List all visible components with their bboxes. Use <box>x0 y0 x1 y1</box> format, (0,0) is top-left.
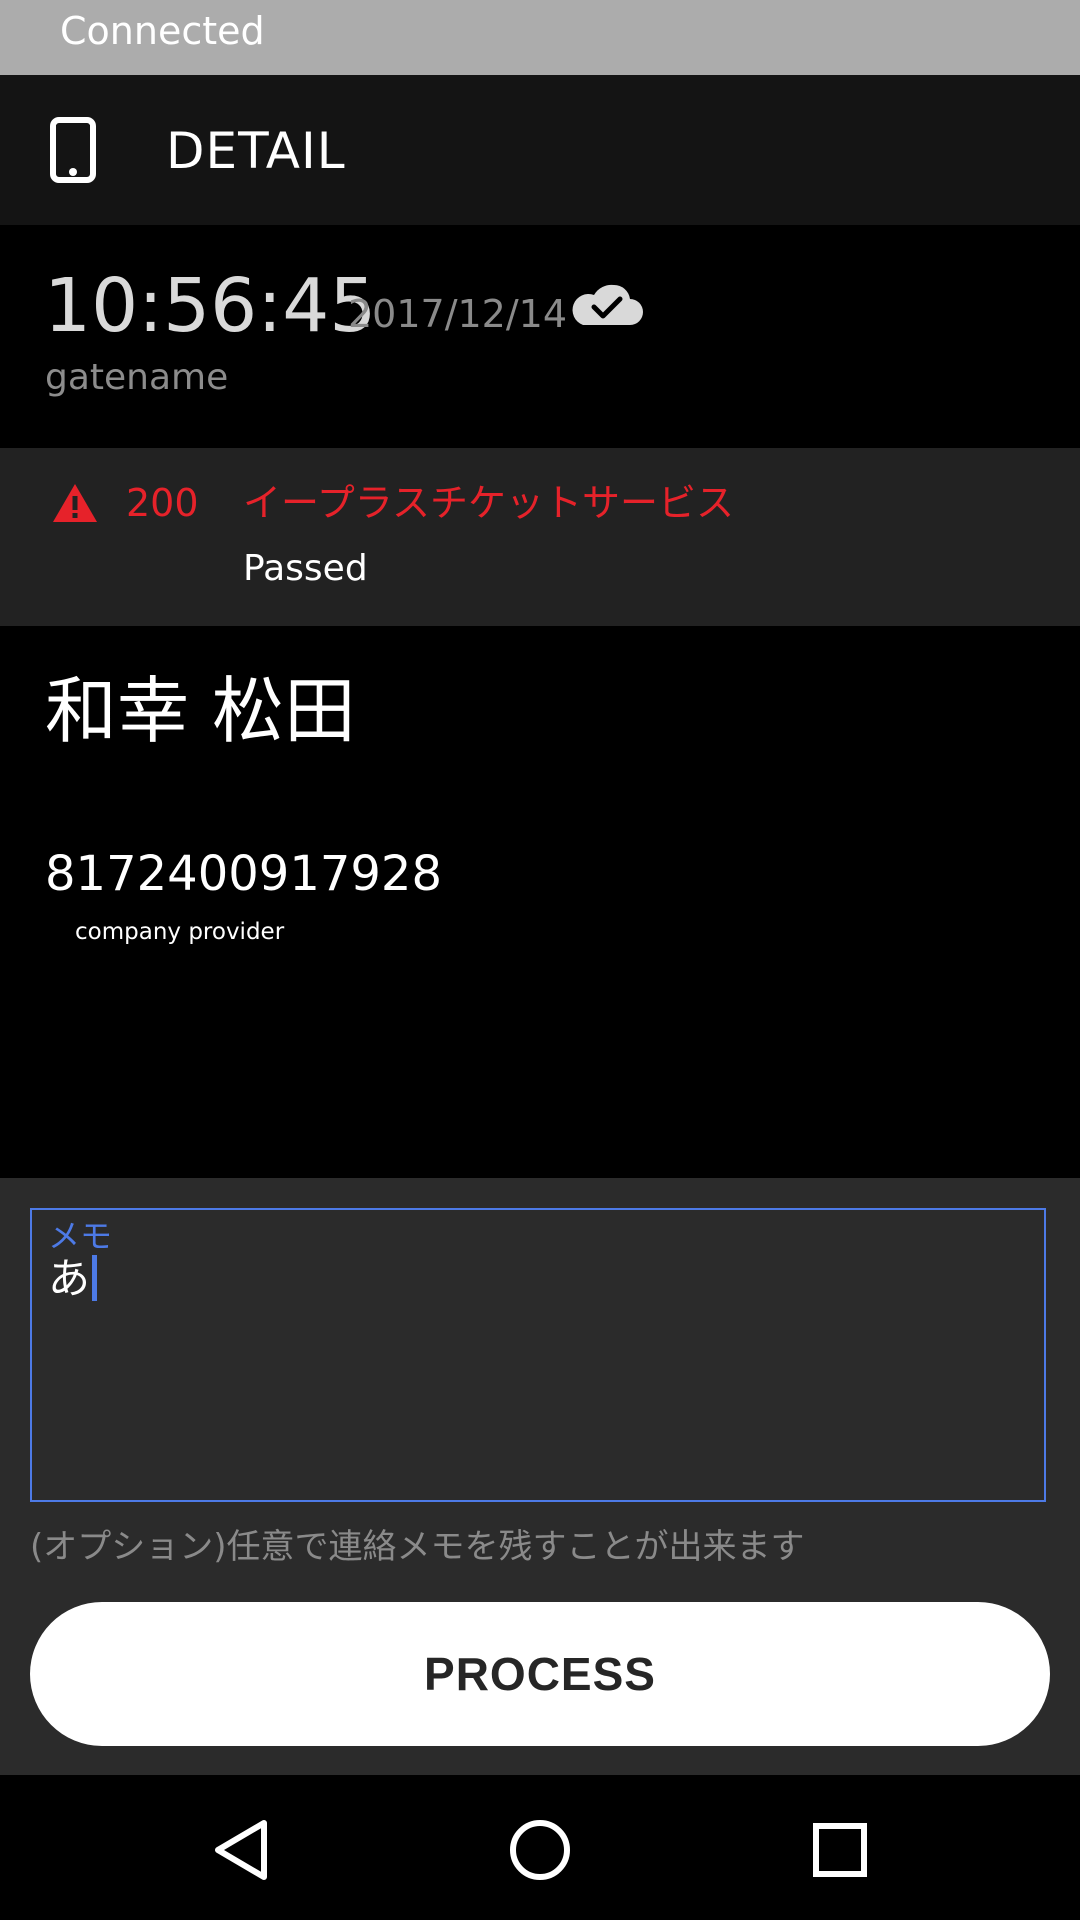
memo-value: あ <box>48 1254 91 1303</box>
service-name: イープラスチケットサービス <box>243 481 734 525</box>
entry-header: 10:56:45 2017/12/14 gatename <box>0 225 1080 448</box>
entry-time: 10:56:45 <box>44 263 377 349</box>
text-caret <box>92 1255 98 1301</box>
person-name: 和幸 松田 <box>45 669 356 753</box>
status-bar: Connected <box>0 0 1080 75</box>
person-panel: 和幸 松田 8172400917928 company provider <box>0 626 1080 1178</box>
memo-section: メモ あ (オプション)任意で連絡メモを残すことが出来ます PROCESS <box>0 1178 1080 1775</box>
result-panel: 200 イープラスチケットサービス Passed <box>0 448 1080 626</box>
provider-label: company provider <box>75 919 285 945</box>
cloud-check-icon <box>572 284 643 325</box>
memo-value-wrap: あ <box>48 1254 98 1304</box>
app-bar: DETAIL <box>0 75 1080 225</box>
gate-name: gatename <box>45 357 229 398</box>
recents-square-icon[interactable] <box>805 1815 875 1885</box>
process-button[interactable]: PROCESS <box>30 1602 1050 1746</box>
back-triangle-icon[interactable] <box>206 1815 276 1885</box>
memo-hint: (オプション)任意で連絡メモを残すことが出来ます <box>30 1527 805 1567</box>
memo-input[interactable]: メモ あ <box>30 1208 1046 1502</box>
connection-status: Connected <box>60 9 265 53</box>
result-status: Passed <box>243 548 368 589</box>
ticket-number: 8172400917928 <box>45 846 443 902</box>
page-title: DETAIL <box>166 122 346 180</box>
result-code: 200 <box>126 481 199 525</box>
home-circle-icon[interactable] <box>505 1815 575 1885</box>
warning-icon <box>53 484 97 522</box>
memo-label: メモ <box>48 1217 113 1255</box>
process-button-label: PROCESS <box>424 1648 656 1700</box>
system-nav-bar <box>0 1775 1080 1920</box>
phone-icon <box>50 117 96 183</box>
entry-date: 2017/12/14 <box>348 292 568 336</box>
